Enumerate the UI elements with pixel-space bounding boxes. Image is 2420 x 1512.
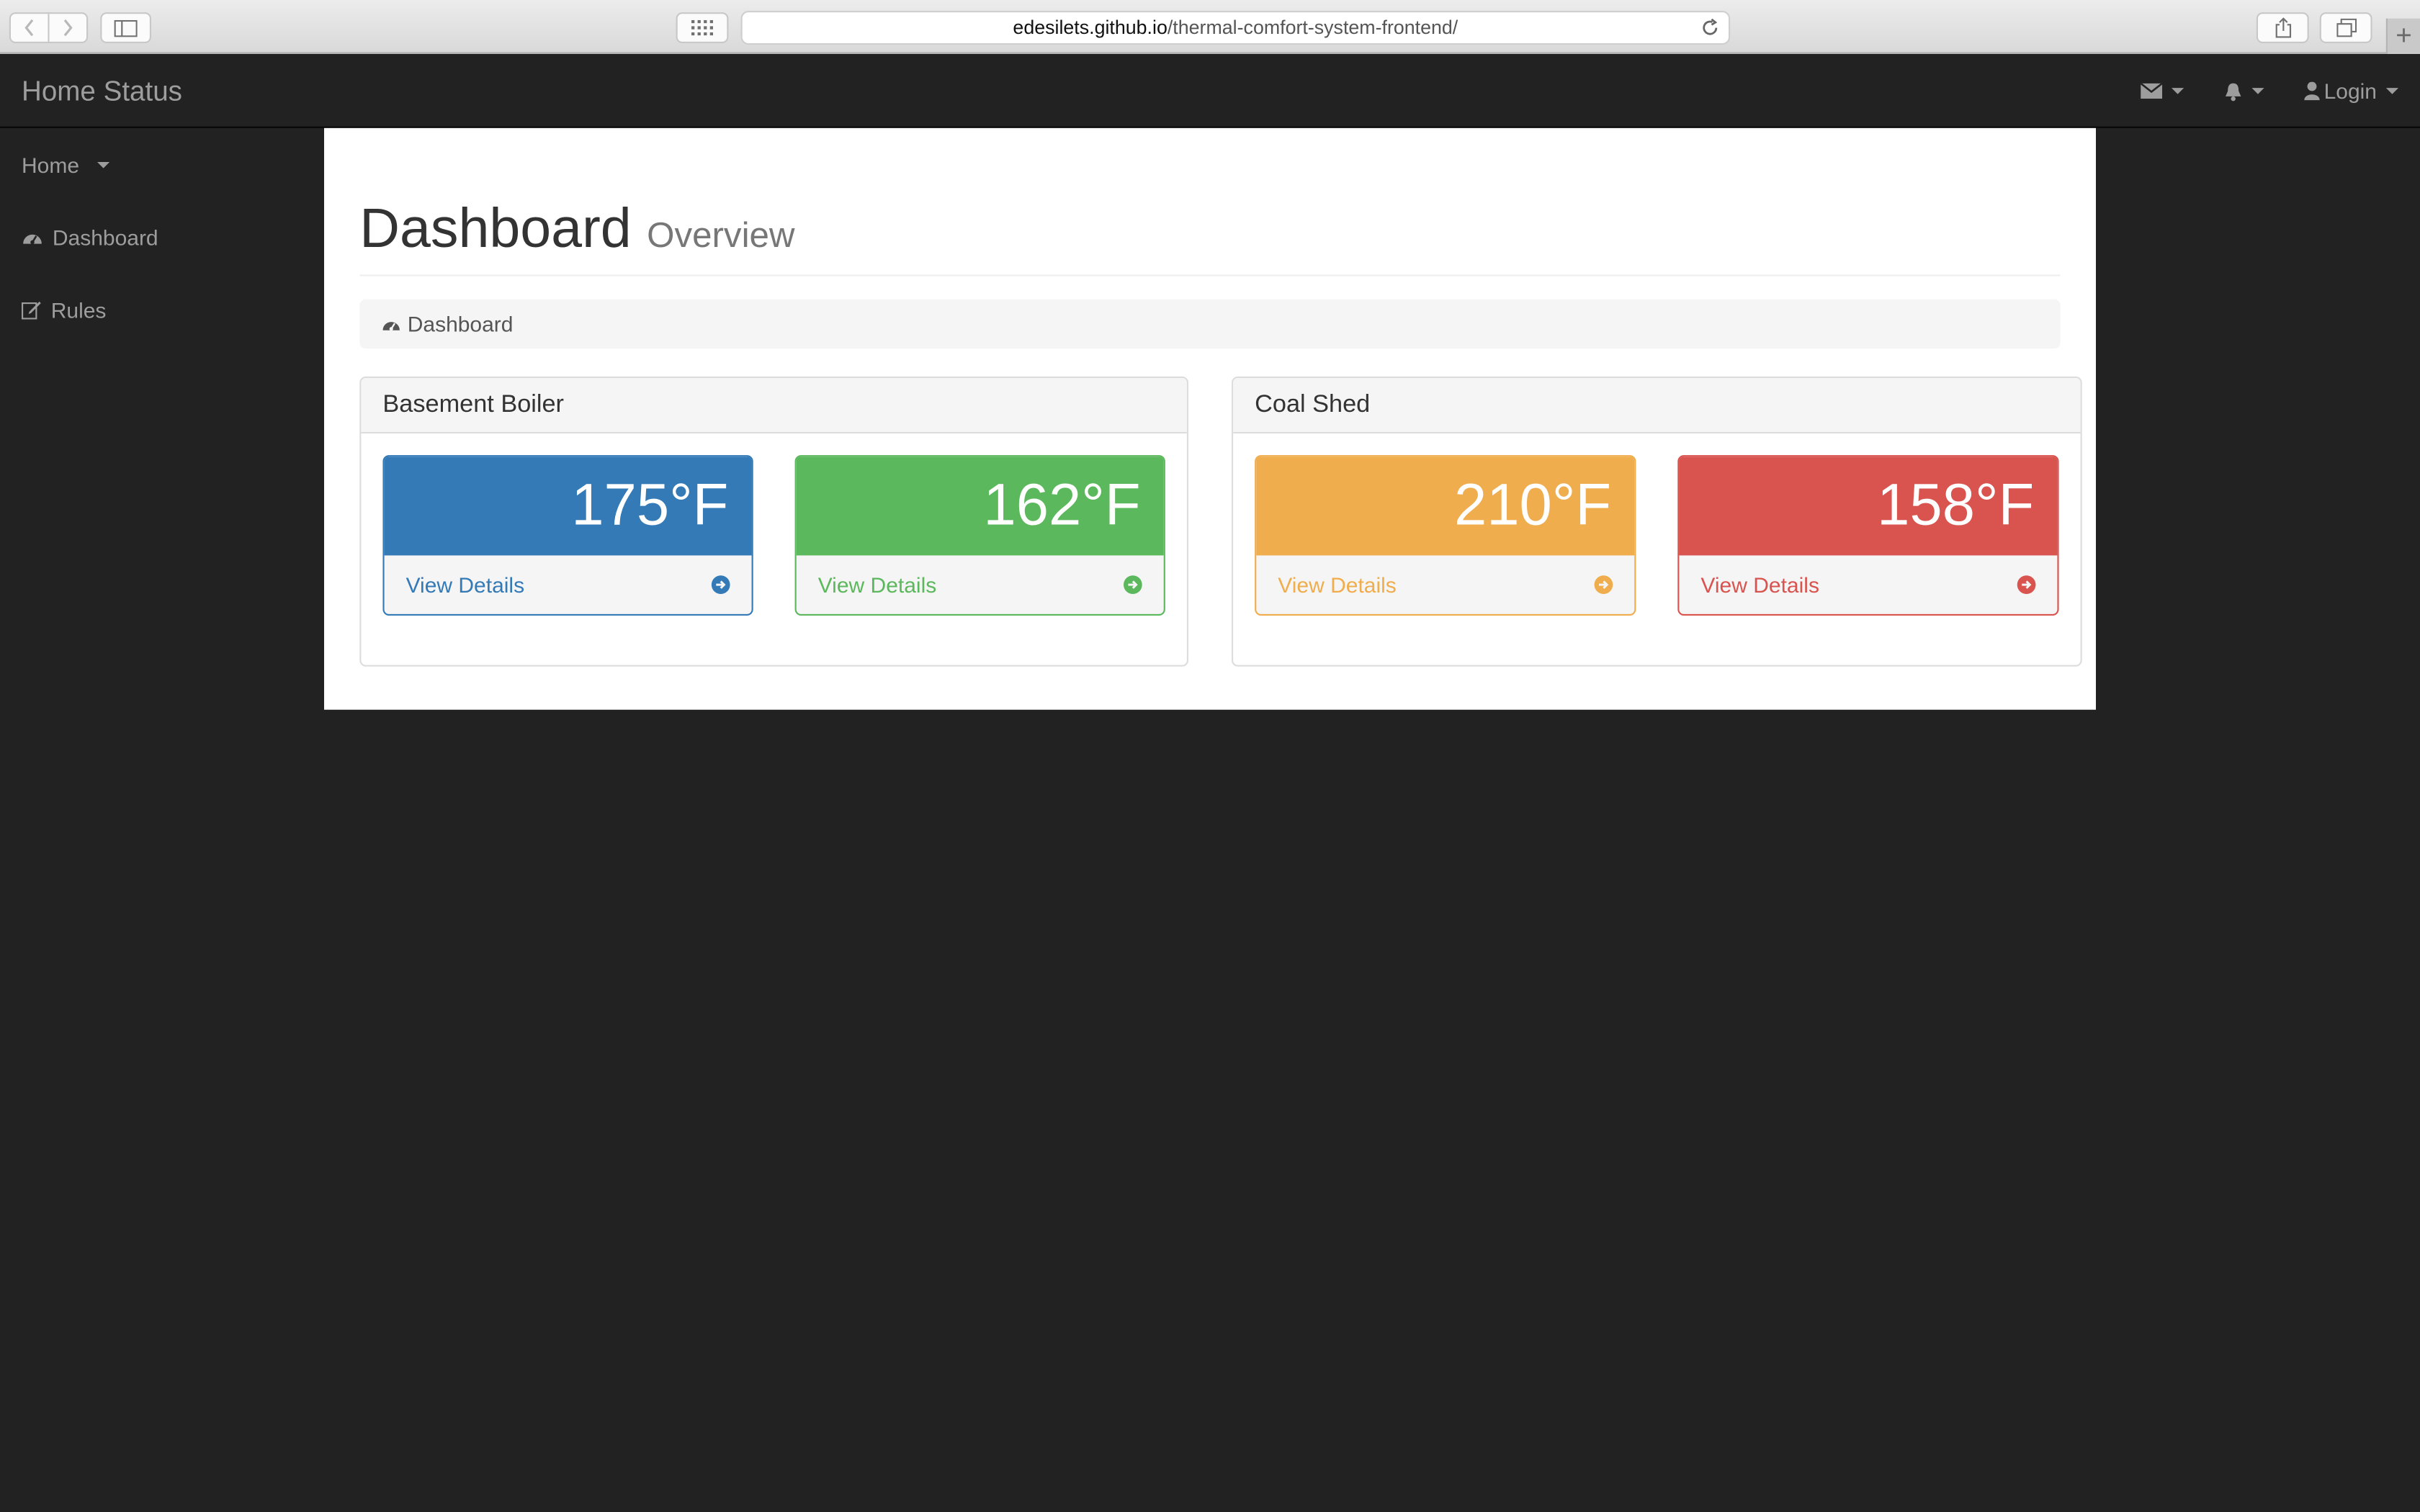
back-button[interactable] — [11, 14, 48, 42]
plus-icon: + — [2396, 19, 2412, 51]
arrow-circle-right-icon — [1124, 575, 1142, 594]
share-icon — [2275, 17, 2290, 38]
reload-icon[interactable] — [1700, 18, 1719, 37]
history-nav — [9, 12, 89, 43]
view-details-link[interactable]: View Details — [797, 555, 1164, 613]
page-title: Dashboard — [359, 196, 632, 259]
new-tab-button[interactable]: + — [2385, 18, 2420, 54]
navbar-right: Login — [2140, 78, 2398, 104]
dashboard-icon — [382, 322, 400, 331]
panel-coal-shed: Coal Shed 210°F View Details 158°F View … — [1232, 376, 2082, 667]
temperature-value: 162°F — [796, 456, 1164, 556]
chevron-right-icon — [64, 19, 73, 37]
bell-icon — [2225, 82, 2241, 101]
panel-heading: Coal Shed — [1233, 378, 2081, 434]
tab-overview-button[interactable] — [2319, 12, 2372, 43]
sidebar-icon — [114, 19, 138, 37]
address-bar[interactable]: edesilets.github.io/thermal-comfort-syst… — [740, 11, 1731, 45]
brand-link[interactable]: Home Status — [22, 76, 182, 108]
breadcrumb-item: Dashboard — [407, 311, 514, 337]
dashboard-icon — [23, 234, 42, 245]
login-label: Login — [2323, 78, 2377, 104]
sidebar-item-dashboard[interactable]: Dashboard — [0, 201, 324, 274]
alerts-dropdown[interactable] — [2223, 81, 2264, 102]
view-details-label: View Details — [1700, 572, 1819, 598]
user-icon — [2303, 81, 2320, 101]
messages-dropdown[interactable] — [2140, 83, 2184, 99]
temperature-value: 210°F — [1256, 456, 1635, 556]
arrow-circle-right-icon — [1594, 575, 1613, 594]
view-details-label: View Details — [817, 572, 937, 598]
view-details-link[interactable]: View Details — [1679, 555, 2057, 613]
view-details-label: View Details — [1278, 572, 1397, 598]
sidebar-item-rules[interactable]: Rules — [0, 273, 324, 346]
breadcrumb: Dashboard — [359, 299, 2061, 349]
temperature-value: 175°F — [384, 456, 752, 556]
caret-down-icon — [97, 161, 110, 168]
sidebar-item-label: Rules — [50, 297, 107, 322]
tabs-icon — [2336, 18, 2357, 37]
temperature-value: 158°F — [1679, 456, 2058, 556]
temperature-card: 162°F View Details — [794, 455, 1165, 616]
page-header: Dashboard Overview — [359, 196, 2061, 276]
page-wrapper: Dashboard Overview Dashboard Basement Bo… — [324, 127, 2096, 710]
sidebar: Home Dashboard Rules — [0, 128, 324, 346]
envelope-icon — [2140, 83, 2162, 99]
view-details-label: View Details — [405, 572, 525, 598]
grid-icon — [691, 19, 713, 36]
sidebar-toggle-button[interactable] — [100, 12, 151, 43]
arrow-circle-right-icon — [2017, 575, 2036, 594]
caret-down-icon — [2385, 88, 2398, 94]
forward-button[interactable] — [48, 14, 86, 42]
arrow-circle-right-icon — [711, 575, 730, 594]
sidebar-item-label: Dashboard — [52, 224, 158, 250]
caret-down-icon — [2251, 88, 2264, 94]
edit-icon — [22, 300, 41, 319]
panel-heading: Basement Boiler — [361, 378, 1187, 434]
sidebar-item-label: Home — [22, 152, 80, 177]
caret-down-icon — [2171, 88, 2184, 94]
top-sites-button[interactable] — [676, 12, 729, 43]
temperature-card: 210°F View Details — [1255, 455, 1636, 616]
app-navbar: Home Status Login — [0, 54, 2420, 128]
page-subtitle: Overview — [647, 214, 795, 255]
url-host: edesilets.github.io — [1013, 17, 1168, 39]
panel-basement-boiler: Basement Boiler 175°F View Details 162°F… — [359, 376, 1189, 667]
temperature-card: 158°F View Details — [1677, 455, 2059, 616]
sidebar-item-home[interactable]: Home — [0, 128, 324, 201]
url-path: /thermal-comfort-system-frontend/ — [1167, 17, 1458, 39]
browser-toolbar: edesilets.github.io/thermal-comfort-syst… — [0, 0, 2420, 54]
chevron-left-icon — [24, 19, 34, 37]
view-details-link[interactable]: View Details — [1256, 555, 1634, 613]
temperature-card: 175°F View Details — [382, 455, 753, 616]
share-button[interactable] — [2256, 12, 2309, 43]
view-details-link[interactable]: View Details — [385, 555, 752, 613]
user-dropdown[interactable]: Login — [2303, 78, 2398, 104]
